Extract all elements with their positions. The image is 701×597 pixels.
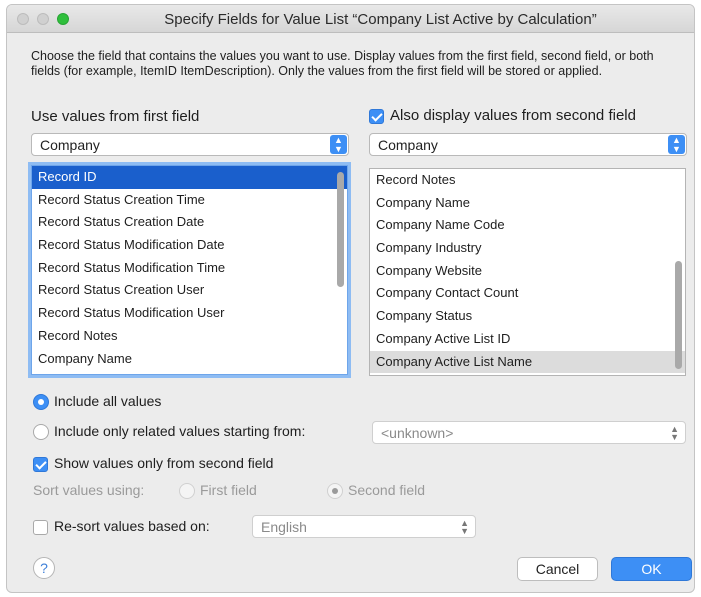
second-field-scrollbar[interactable] xyxy=(671,169,685,375)
also-display-second-field-checkbox[interactable] xyxy=(369,109,384,124)
list-item[interactable]: Company Industry xyxy=(370,237,685,260)
also-display-second-field-label: Also display values from second field xyxy=(390,107,636,124)
sort-values-label: Sort values using: xyxy=(33,482,145,498)
title-bar: Specify Fields for Value List “Company L… xyxy=(7,5,694,33)
instructions-text: Choose the field that contains the value… xyxy=(31,49,654,78)
list-item[interactable]: Record Status Creation Date xyxy=(32,211,347,234)
second-field-list[interactable]: Record Notes Company Name Company Name Cod… xyxy=(369,168,686,376)
sort-second-field-radio[interactable] xyxy=(327,483,343,499)
close-window-button[interactable] xyxy=(17,13,29,25)
list-item[interactable]: Company Status xyxy=(370,305,685,328)
cancel-button[interactable]: Cancel xyxy=(517,557,598,581)
list-item[interactable]: Company Name Code xyxy=(370,214,685,237)
list-item[interactable]: Record Notes xyxy=(32,325,347,348)
list-item[interactable]: Company Name xyxy=(32,348,347,371)
related-values-select[interactable]: <unknown> ▲ ▼ xyxy=(372,421,686,444)
second-field-table-select[interactable]: Company ▲ ▼ xyxy=(369,133,687,156)
ok-button[interactable]: OK xyxy=(611,557,692,581)
resort-values-checkbox[interactable] xyxy=(33,520,48,535)
list-item[interactable]: Company Name xyxy=(370,192,685,215)
list-item[interactable]: Company Contact Count xyxy=(370,282,685,305)
first-field-scrollbar[interactable] xyxy=(333,166,347,374)
resort-language-value: English xyxy=(261,519,307,535)
list-item[interactable]: Record Status Modification Date xyxy=(32,234,347,257)
list-item[interactable]: Record Status Modification Time xyxy=(32,257,347,280)
second-field-table-value: Company xyxy=(378,137,438,153)
list-item[interactable]: Record Status Creation Time xyxy=(32,189,347,212)
show-second-field-only-checkbox[interactable] xyxy=(33,457,48,472)
include-related-values-label: Include only related values starting fro… xyxy=(54,423,306,439)
related-values-value: <unknown> xyxy=(381,425,454,441)
list-item[interactable]: Record ID xyxy=(32,166,347,189)
first-field-table-value: Company xyxy=(40,137,100,153)
zoom-window-button[interactable] xyxy=(57,13,69,25)
list-item[interactable]: Company Active List Name xyxy=(370,350,685,374)
list-item[interactable]: Record Status Creation User xyxy=(32,279,347,302)
minimize-window-button[interactable] xyxy=(37,13,49,25)
stepper-arrows-icon: ▲ ▼ xyxy=(670,424,679,442)
stepper-arrows-icon: ▲ ▼ xyxy=(330,135,347,154)
value-list-dialog: Specify Fields for Value List “Company L… xyxy=(6,4,695,593)
sort-first-field-label: First field xyxy=(200,482,257,498)
list-item[interactable]: Company Active List ID xyxy=(370,328,685,351)
stepper-arrows-icon: ▲ ▼ xyxy=(668,135,685,154)
first-field-table-select[interactable]: Company ▲ ▼ xyxy=(31,133,349,156)
scroll-thumb[interactable] xyxy=(675,261,682,369)
sort-second-field-label: Second field xyxy=(348,482,426,498)
show-second-field-only-label: Show values only from second field xyxy=(54,455,274,471)
stepper-arrows-icon: ▲ ▼ xyxy=(460,518,469,536)
resort-language-select[interactable]: English ▲ ▼ xyxy=(252,515,476,538)
include-related-values-radio[interactable] xyxy=(33,424,49,440)
list-item[interactable]: Record Status Modification User xyxy=(32,302,347,325)
first-field-header: Use values from first field xyxy=(31,108,200,125)
list-item[interactable]: Company Website xyxy=(370,260,685,283)
sort-first-field-radio[interactable] xyxy=(179,483,195,499)
help-button[interactable]: ? xyxy=(33,557,55,579)
resort-values-label: Re-sort values based on: xyxy=(54,518,210,534)
list-item[interactable]: Record Notes xyxy=(370,169,685,192)
first-field-list[interactable]: Record ID Record Status Creation Time Reco… xyxy=(31,165,348,375)
scroll-thumb[interactable] xyxy=(337,172,344,287)
window-title: Specify Fields for Value List “Company L… xyxy=(164,11,597,28)
include-all-values-radio[interactable] xyxy=(33,394,49,410)
include-all-values-label: Include all values xyxy=(54,393,162,409)
